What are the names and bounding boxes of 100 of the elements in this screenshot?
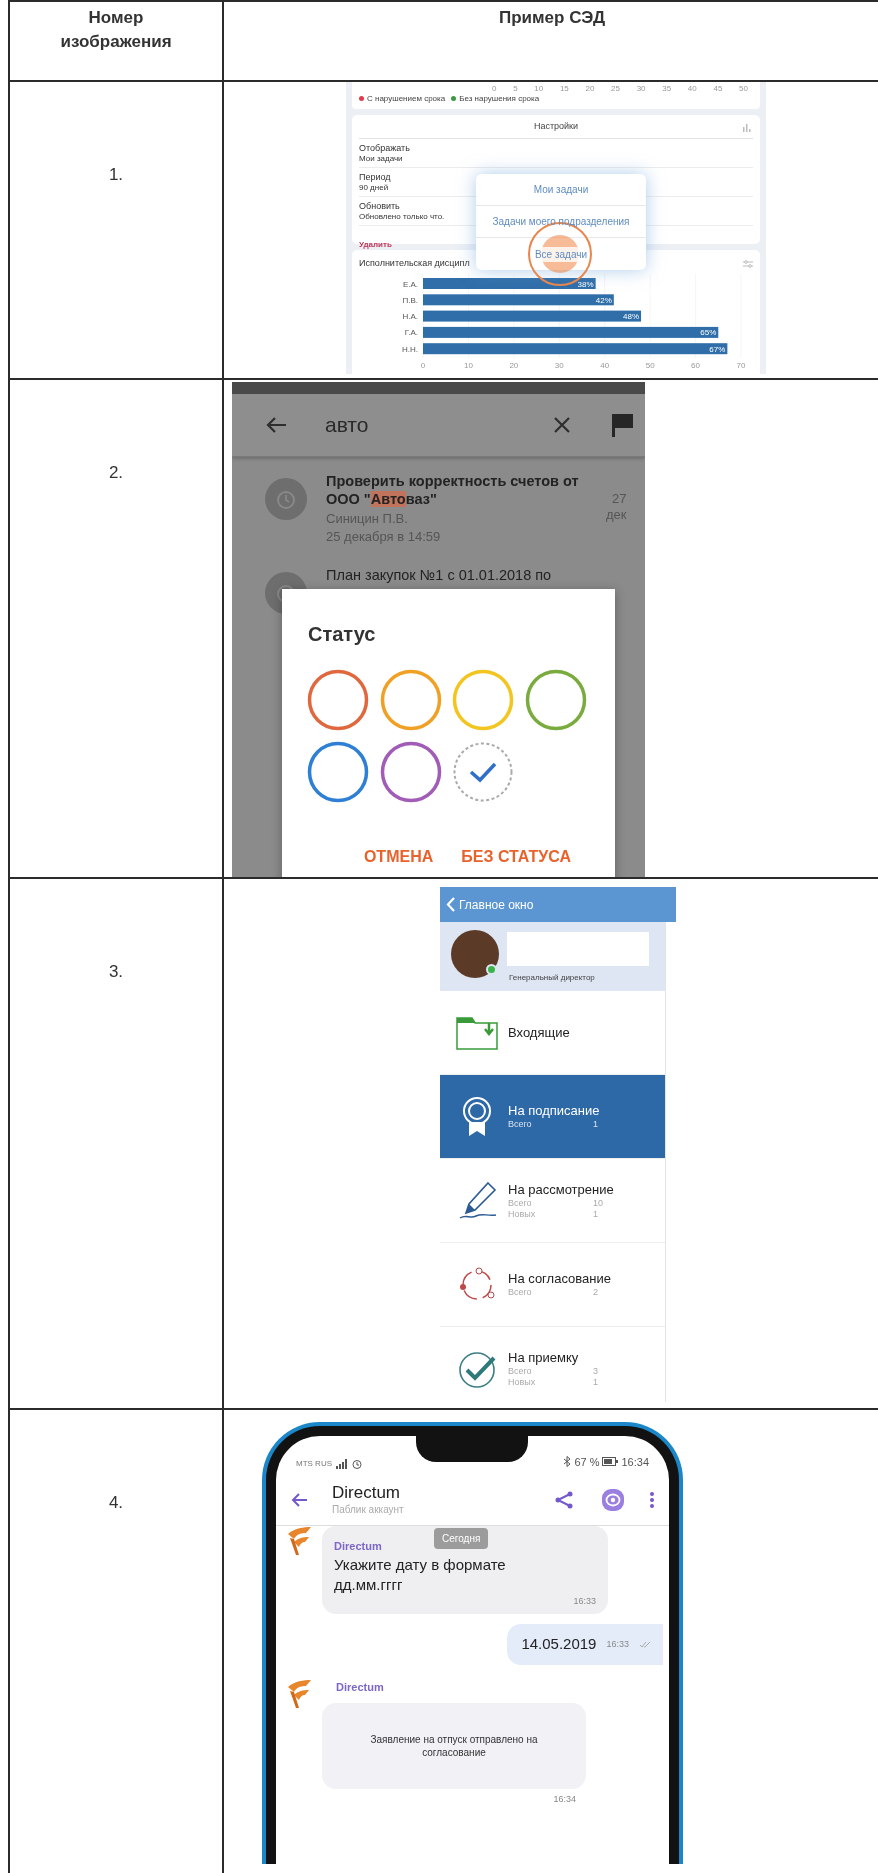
value-label: 38% xyxy=(577,279,594,289)
axis-label: 50 xyxy=(739,84,748,93)
axis-label: 20 xyxy=(509,361,519,370)
axis-label: 0 xyxy=(492,84,497,93)
category-label: Н.А. xyxy=(402,312,418,322)
chart-title: Исполнительская дисципл xyxy=(359,257,470,271)
setting-value: Мои задачи xyxy=(359,153,403,164)
axis-label: 35 xyxy=(662,84,672,93)
message-time: 16:33 xyxy=(573,1594,596,1608)
menu-item[interactable]: Задачи моего подразделения xyxy=(492,214,630,229)
category-label: Е.А. xyxy=(402,279,418,289)
date-chip: Сегодня xyxy=(434,1528,489,1549)
axis-label: 45 xyxy=(713,84,723,93)
more-icon[interactable] xyxy=(649,1490,655,1509)
row-number: 3. xyxy=(108,961,124,983)
battery-icon xyxy=(602,1457,619,1467)
alarm-clock-icon xyxy=(265,478,307,520)
logo-icon xyxy=(286,1526,312,1556)
chat-subtitle: Паблик аккаунт xyxy=(332,1502,404,1517)
share-icon[interactable] xyxy=(555,1490,573,1509)
result-title[interactable]: План закупок №1 с 01.01.2018 по xyxy=(326,566,598,584)
count-value: 1 xyxy=(593,1208,598,1220)
legend-label: С нарушением срока xyxy=(367,94,446,103)
category-label: П.В. xyxy=(402,295,418,305)
category-label: Н.Н. xyxy=(402,344,418,354)
count-value: 3 xyxy=(593,1365,598,1377)
alarm-icon xyxy=(352,1459,362,1469)
dialog-title: Статус xyxy=(307,622,377,647)
no-status-option[interactable] xyxy=(452,741,514,803)
result-title[interactable]: Проверить корректность счетов от ООО "Автоваз" xyxy=(326,472,598,508)
setting-value: Обновлено только что. xyxy=(359,211,445,222)
count-label: Всего xyxy=(508,1287,533,1298)
count-label: Всего xyxy=(508,1365,533,1377)
axis-label: 10 xyxy=(464,361,473,370)
axis-label: 0 xyxy=(420,361,426,370)
axis-label: 30 xyxy=(554,361,564,370)
column-header: Номер изображения xyxy=(59,7,173,53)
folder-icon xyxy=(455,1014,499,1051)
setting-label: Период xyxy=(359,171,391,183)
axis-label: 50 xyxy=(645,361,655,370)
status-option[interactable] xyxy=(379,741,442,803)
menu-item[interactable]: Мои задачи xyxy=(533,182,589,197)
count-label: Новых xyxy=(508,1376,537,1388)
menu-item-label: Входящие xyxy=(508,1024,570,1041)
dialog-button[interactable]: ОТМЕНА xyxy=(363,845,434,869)
double-check-icon xyxy=(639,1640,651,1648)
status-option[interactable] xyxy=(307,669,369,731)
setting-label: Обновить xyxy=(359,200,400,212)
avatar xyxy=(451,930,499,978)
sender-name: Directum xyxy=(336,1679,384,1695)
carrier-label: MTS RUS xyxy=(296,1458,332,1470)
search-field[interactable]: авто xyxy=(325,409,369,441)
axis-label: 70 xyxy=(736,361,746,370)
back-chevron-icon xyxy=(446,897,455,912)
sliders-icon[interactable] xyxy=(743,260,753,268)
battery-percent: 67 % xyxy=(574,1454,600,1470)
row-number: 4. xyxy=(108,1492,124,1514)
menu-item[interactable]: Все задачи xyxy=(532,246,590,262)
position-label: Генеральный директор xyxy=(509,972,595,984)
value-label: 65% xyxy=(700,328,717,338)
clock-time: 16:34 xyxy=(621,1454,649,1470)
bar-chart-icon xyxy=(742,123,751,132)
menu-item-label: На подписание xyxy=(508,1103,600,1119)
axis-label: 40 xyxy=(600,361,610,370)
category-label: Г.А. xyxy=(404,328,418,338)
message-text: 14.05.2019 xyxy=(521,1634,597,1654)
column-header: Пример СЭД xyxy=(499,7,605,29)
back-arrow-icon[interactable] xyxy=(290,1491,308,1508)
count-value: 2 xyxy=(593,1287,598,1298)
status-option[interactable] xyxy=(307,741,369,803)
axis-label: 40 xyxy=(687,84,697,93)
channel-icon[interactable] xyxy=(601,1487,625,1512)
axis-label: 15 xyxy=(559,84,569,93)
count-label: Новых xyxy=(508,1208,537,1220)
axis-label: 25 xyxy=(611,84,620,93)
close-icon[interactable] xyxy=(553,416,571,434)
status-option[interactable] xyxy=(524,669,587,731)
count-value: 1 xyxy=(593,1119,598,1130)
back-button[interactable]: Главное окно xyxy=(440,887,676,922)
axis-label: 60 xyxy=(691,361,700,370)
row-number: 1. xyxy=(108,164,124,186)
chat-title: Directum xyxy=(332,1482,401,1503)
value-label: 67% xyxy=(709,344,726,354)
dialog-button[interactable]: БЕЗ СТАТУСА xyxy=(461,845,571,869)
sender-name: Directum xyxy=(334,1539,382,1554)
legend-label: Без нарушения срока xyxy=(459,94,540,103)
message-time: 16:33 xyxy=(606,1637,629,1651)
message-text: Заявление на отпуск отправлено на согласование xyxy=(369,1733,539,1759)
delete-link[interactable]: Удалить xyxy=(359,240,392,249)
settings-title: Настройки xyxy=(533,119,579,133)
bluetooth-icon xyxy=(563,1456,572,1468)
flag-icon[interactable] xyxy=(611,413,633,437)
back-arrow-icon[interactable] xyxy=(265,416,287,434)
menu-item[interactable]: На подписание Всего 1 xyxy=(440,1075,665,1159)
setting-label: Отображать xyxy=(359,142,410,154)
axis-label: 5 xyxy=(513,84,518,93)
axis-label: 10 xyxy=(534,84,544,93)
count-label: Всего xyxy=(508,1197,533,1209)
row-number: 2. xyxy=(108,462,124,484)
logo-icon xyxy=(286,1678,312,1709)
